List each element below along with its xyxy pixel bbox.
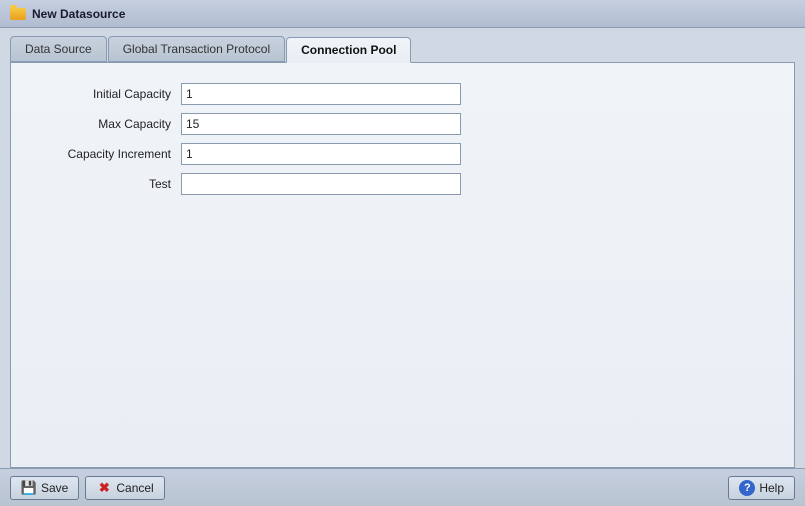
help-icon: ? bbox=[739, 480, 755, 496]
folder-icon bbox=[10, 8, 26, 20]
cancel-icon: ✖ bbox=[96, 480, 112, 496]
label-max-capacity: Max Capacity bbox=[31, 117, 171, 131]
form-row-initial-capacity: Initial Capacity bbox=[31, 83, 531, 105]
tab-content-connection-pool: Initial Capacity Max Capacity Capacity I… bbox=[10, 62, 795, 468]
help-button-label: Help bbox=[759, 481, 784, 495]
tab-global-transaction-protocol[interactable]: Global Transaction Protocol bbox=[108, 36, 285, 62]
form-row-max-capacity: Max Capacity bbox=[31, 113, 531, 135]
tab-connection-pool[interactable]: Connection Pool bbox=[286, 37, 411, 63]
label-initial-capacity: Initial Capacity bbox=[31, 87, 171, 101]
label-test: Test bbox=[31, 177, 171, 191]
help-button[interactable]: ? Help bbox=[728, 476, 795, 500]
save-icon: 💾 bbox=[21, 480, 37, 496]
input-max-capacity[interactable] bbox=[181, 113, 461, 135]
form-area: Initial Capacity Max Capacity Capacity I… bbox=[31, 83, 531, 195]
cancel-button-label: Cancel bbox=[116, 481, 153, 495]
form-row-test: Test bbox=[31, 173, 531, 195]
tabs-row: Data Source Global Transaction Protocol … bbox=[10, 36, 795, 62]
save-button[interactable]: 💾 Save bbox=[10, 476, 79, 500]
content-area: Data Source Global Transaction Protocol … bbox=[0, 28, 805, 468]
form-row-capacity-increment: Capacity Increment bbox=[31, 143, 531, 165]
bottom-right-buttons: ? Help bbox=[728, 476, 795, 500]
window-title: New Datasource bbox=[32, 7, 125, 21]
input-capacity-increment[interactable] bbox=[181, 143, 461, 165]
input-initial-capacity[interactable] bbox=[181, 83, 461, 105]
label-capacity-increment: Capacity Increment bbox=[31, 147, 171, 161]
title-bar: New Datasource bbox=[0, 0, 805, 28]
input-test[interactable] bbox=[181, 173, 461, 195]
cancel-button[interactable]: ✖ Cancel bbox=[85, 476, 164, 500]
bottom-left-buttons: 💾 Save ✖ Cancel bbox=[10, 476, 165, 500]
bottom-bar: 💾 Save ✖ Cancel ? Help bbox=[0, 468, 805, 506]
tab-data-source[interactable]: Data Source bbox=[10, 36, 107, 62]
window: New Datasource Data Source Global Transa… bbox=[0, 0, 805, 506]
save-button-label: Save bbox=[41, 481, 68, 495]
